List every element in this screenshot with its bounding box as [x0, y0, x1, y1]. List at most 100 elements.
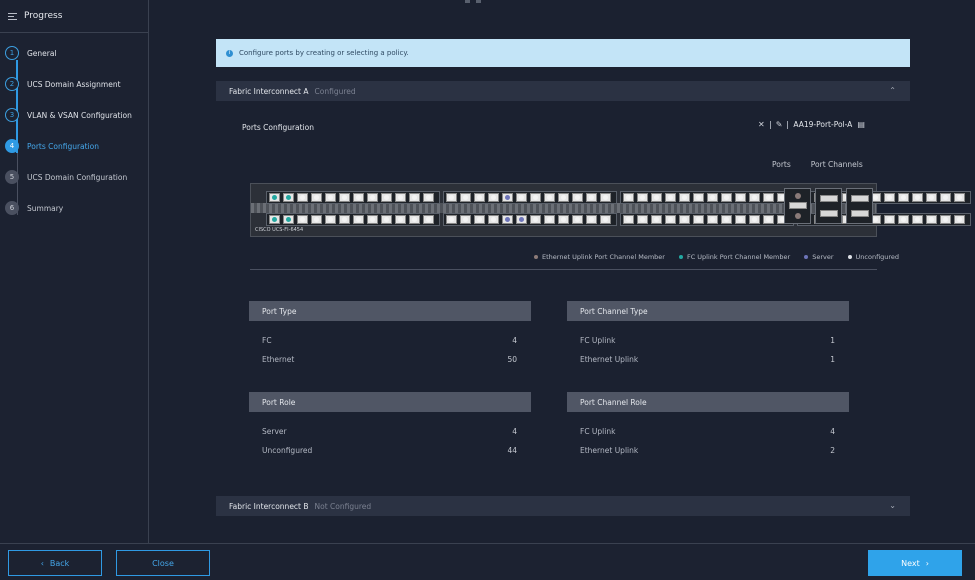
- switch-port[interactable]: [926, 193, 937, 202]
- switch-port[interactable]: [763, 215, 774, 224]
- switch-port[interactable]: [707, 193, 718, 202]
- tab-port-channels[interactable]: Port Channels: [811, 160, 863, 169]
- switch-port[interactable]: [269, 215, 280, 224]
- switch-port[interactable]: [679, 193, 690, 202]
- switch-port[interactable]: [311, 193, 322, 202]
- step-vlan-vsan[interactable]: 3 VLAN & VSAN Configuration: [5, 108, 132, 122]
- uplink-port-group[interactable]: [846, 188, 873, 224]
- step-general[interactable]: 1 General: [5, 46, 57, 60]
- switch-port[interactable]: [600, 215, 611, 224]
- switch-port[interactable]: [502, 193, 513, 202]
- switch-port[interactable]: [353, 193, 364, 202]
- switch-port[interactable]: [488, 215, 499, 224]
- switch-port[interactable]: [707, 215, 718, 224]
- switch-port[interactable]: [763, 193, 774, 202]
- switch-port[interactable]: [460, 193, 471, 202]
- tab-ports[interactable]: Ports: [772, 160, 791, 169]
- menu-icon[interactable]: [8, 12, 17, 20]
- switch-port[interactable]: [446, 215, 457, 224]
- switch-port[interactable]: [516, 193, 527, 202]
- back-button[interactable]: ‹ Back: [8, 550, 102, 576]
- switch-port[interactable]: [665, 215, 676, 224]
- switch-port[interactable]: [353, 215, 364, 224]
- chevron-down-icon[interactable]: ⌄: [889, 501, 896, 510]
- switch-port[interactable]: [283, 215, 294, 224]
- switch-port[interactable]: [339, 215, 350, 224]
- switch-port[interactable]: [395, 215, 406, 224]
- step-ucs-domain-configuration[interactable]: 5 UCS Domain Configuration: [5, 170, 127, 184]
- switch-port[interactable]: [558, 193, 569, 202]
- switch-port[interactable]: [884, 193, 895, 202]
- switch-port[interactable]: [954, 193, 965, 202]
- switch-port[interactable]: [409, 215, 420, 224]
- switch-port[interactable]: [367, 215, 378, 224]
- switch-port[interactable]: [488, 193, 499, 202]
- switch-port[interactable]: [502, 215, 513, 224]
- switch-port[interactable]: [735, 193, 746, 202]
- switch-port[interactable]: [572, 215, 583, 224]
- switch-port[interactable]: [530, 193, 541, 202]
- switch-port[interactable]: [749, 193, 760, 202]
- switch-port[interactable]: [651, 215, 662, 224]
- switch-port[interactable]: [339, 193, 350, 202]
- switch-port[interactable]: [940, 193, 951, 202]
- step-ucs-domain-assignment[interactable]: 2 UCS Domain Assignment: [5, 77, 121, 91]
- switch-port[interactable]: [586, 215, 597, 224]
- switch-port[interactable]: [381, 215, 392, 224]
- switch-port[interactable]: [693, 215, 704, 224]
- switch-port[interactable]: [884, 215, 895, 224]
- switch-port[interactable]: [940, 215, 951, 224]
- switch-port[interactable]: [721, 193, 732, 202]
- step-summary[interactable]: 6 Summary: [5, 201, 63, 215]
- switch-port[interactable]: [898, 215, 909, 224]
- switch-port[interactable]: [954, 215, 965, 224]
- edit-icon[interactable]: ✎: [776, 120, 783, 129]
- switch-port[interactable]: [311, 215, 322, 224]
- switch-port[interactable]: [749, 215, 760, 224]
- switch-port[interactable]: [586, 193, 597, 202]
- switch-port[interactable]: [423, 215, 434, 224]
- switch-port[interactable]: [544, 215, 555, 224]
- switch-port[interactable]: [297, 193, 308, 202]
- chevron-up-icon[interactable]: ⌃: [889, 86, 896, 95]
- switch-port[interactable]: [409, 193, 420, 202]
- switch-port[interactable]: [623, 193, 634, 202]
- step-ports-configuration[interactable]: 4 Ports Configuration: [5, 139, 99, 153]
- fabric-interconnect-b-header[interactable]: Fabric Interconnect B Not Configured ⌄: [216, 496, 910, 516]
- switch-port[interactable]: [693, 193, 704, 202]
- copy-icon[interactable]: ▤: [857, 120, 865, 129]
- switch-port[interactable]: [926, 215, 937, 224]
- switch-port[interactable]: [516, 215, 527, 224]
- switch-port[interactable]: [637, 215, 648, 224]
- uplink-port-group[interactable]: [815, 188, 842, 224]
- switch-port[interactable]: [460, 215, 471, 224]
- switch-port[interactable]: [558, 215, 569, 224]
- switch-port[interactable]: [623, 215, 634, 224]
- switch-port[interactable]: [367, 193, 378, 202]
- close-button[interactable]: Close: [116, 550, 210, 576]
- switch-port[interactable]: [283, 193, 294, 202]
- switch-port[interactable]: [735, 215, 746, 224]
- switch-port[interactable]: [325, 215, 336, 224]
- close-icon[interactable]: ✕: [758, 120, 765, 129]
- switch-port[interactable]: [395, 193, 406, 202]
- switch-port[interactable]: [721, 215, 732, 224]
- switch-port[interactable]: [912, 193, 923, 202]
- switch-port[interactable]: [665, 193, 676, 202]
- switch-port[interactable]: [474, 215, 485, 224]
- switch-port[interactable]: [679, 215, 690, 224]
- switch-port[interactable]: [446, 193, 457, 202]
- switch-port[interactable]: [898, 193, 909, 202]
- switch-port[interactable]: [637, 193, 648, 202]
- switch-port[interactable]: [474, 193, 485, 202]
- switch-port[interactable]: [297, 215, 308, 224]
- switch-port[interactable]: [572, 193, 583, 202]
- switch-port[interactable]: [269, 193, 280, 202]
- switch-port[interactable]: [530, 215, 541, 224]
- switch-port[interactable]: [912, 215, 923, 224]
- next-button[interactable]: Next ›: [868, 550, 962, 576]
- switch-port[interactable]: [651, 193, 662, 202]
- switch-port[interactable]: [423, 193, 434, 202]
- switch-port[interactable]: [325, 193, 336, 202]
- fabric-interconnect-a-header[interactable]: Fabric Interconnect A Configured ⌃: [216, 81, 910, 101]
